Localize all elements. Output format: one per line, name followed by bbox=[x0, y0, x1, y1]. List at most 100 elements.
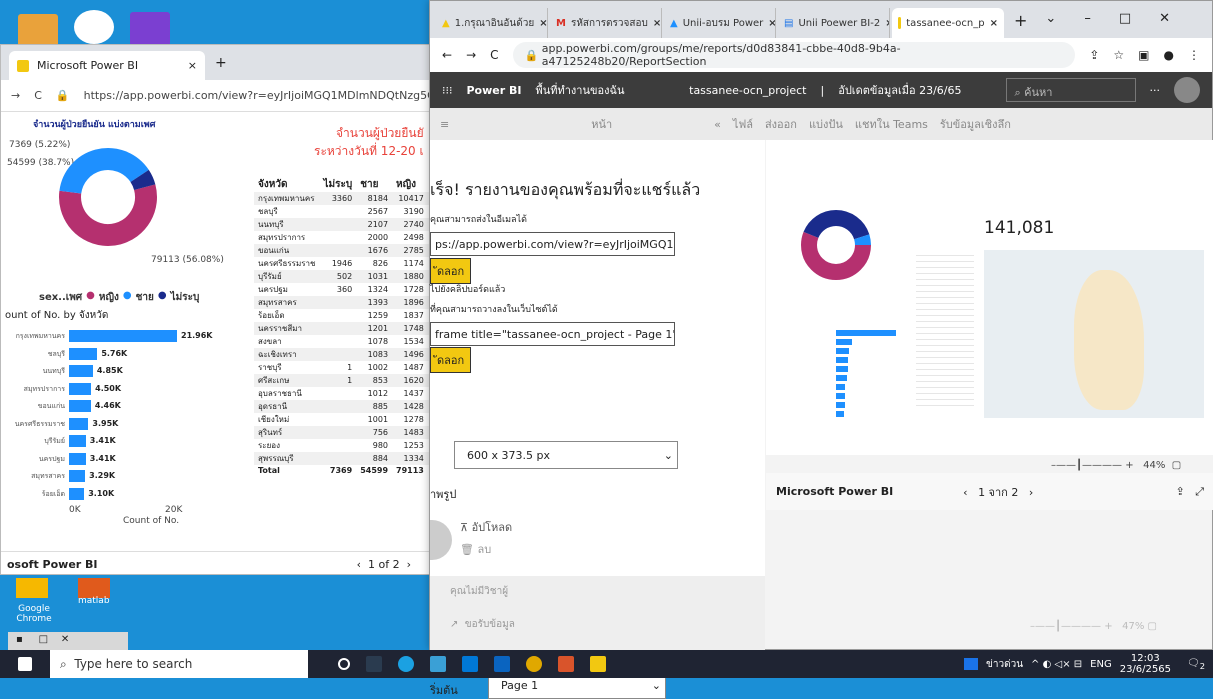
taskbar-search[interactable]: ⌕ Type here to search bbox=[50, 650, 308, 678]
zoom-slider[interactable]: –——┃———— + 44% ▢ bbox=[1051, 460, 1181, 471]
star-icon[interactable]: ☆ bbox=[1113, 48, 1124, 62]
pager[interactable]: ‹ 1 of 2 › bbox=[357, 558, 411, 571]
bar[interactable] bbox=[69, 487, 85, 500]
ribbon-export[interactable]: ส่งออก bbox=[765, 115, 797, 133]
close-icon[interactable]: × bbox=[188, 59, 197, 72]
share-icon[interactable]: ⇪ ⤢ bbox=[1175, 485, 1204, 499]
bar-row[interactable]: นครปฐม 3.41K bbox=[1, 452, 231, 465]
collapse-icon[interactable]: « bbox=[714, 118, 721, 131]
bar-row[interactable]: ขอนแก่น 4.46K bbox=[1, 400, 231, 412]
back-browser-window[interactable]: Microsoft Power BI × + → C 🔒 https://app.p… bbox=[0, 44, 464, 575]
bar[interactable] bbox=[69, 365, 93, 377]
back-icon[interactable]: ← bbox=[442, 48, 452, 62]
axis-label: Count of No. bbox=[123, 516, 180, 526]
menu-icon[interactable]: ⋮ bbox=[1188, 48, 1200, 62]
more-icon[interactable]: ··· bbox=[1150, 84, 1161, 97]
language-indicator[interactable]: ENG bbox=[1090, 659, 1112, 670]
ribbon-file[interactable]: ไฟล์ bbox=[733, 115, 753, 133]
bar-row[interactable]: สมุทรสาคร 3.29K bbox=[1, 470, 231, 482]
table-header[interactable]: หญิง bbox=[392, 176, 428, 192]
bar-row[interactable]: สมุทรปราการ 4.50K bbox=[1, 382, 231, 395]
powerbi-taskbar-icon[interactable] bbox=[590, 656, 606, 672]
mail-icon[interactable] bbox=[494, 656, 510, 672]
explorer-icon[interactable] bbox=[430, 656, 446, 672]
back-tab[interactable]: Microsoft Power BI × bbox=[9, 51, 205, 80]
ribbon-insights[interactable]: รับข้อมูลเชิงลึก bbox=[940, 115, 1011, 133]
table-header[interactable]: จังหวัด bbox=[254, 176, 319, 192]
back-icon[interactable]: → bbox=[11, 89, 20, 102]
browser-tab[interactable]: ▤Unii Poewer BI-2× bbox=[778, 8, 890, 38]
browser-tab[interactable]: ▲ 1.กรุณาอินอันด้วย × bbox=[436, 8, 548, 38]
bar[interactable] bbox=[69, 470, 86, 482]
bar[interactable] bbox=[69, 417, 89, 430]
browser-tab[interactable]: ▲ Unii-อบรม Power × bbox=[664, 8, 776, 38]
clock[interactable]: 12:03 23/6/2565 bbox=[1120, 653, 1171, 675]
bar[interactable] bbox=[69, 330, 177, 342]
bar-row[interactable]: ชลบุรี 5.76K bbox=[1, 347, 231, 360]
reload-icon[interactable]: C bbox=[490, 48, 498, 62]
desktop-user-icon[interactable] bbox=[18, 14, 58, 48]
reload-icon[interactable]: C bbox=[34, 89, 42, 102]
avatar[interactable] bbox=[1174, 77, 1200, 103]
profile-icon[interactable]: ● bbox=[1164, 48, 1174, 62]
bar[interactable] bbox=[69, 382, 92, 395]
copy-embed-button[interactable]: ัดลอก bbox=[430, 347, 472, 373]
cortana-icon[interactable] bbox=[338, 658, 350, 670]
browser-tab[interactable]: M รหัสการตรวจสอบ × bbox=[550, 8, 662, 38]
minimized-window[interactable]: ▪ □ ✕ bbox=[8, 632, 128, 650]
taskview-icon[interactable] bbox=[366, 656, 382, 672]
notification-icon[interactable]: 🗨2 bbox=[1187, 658, 1205, 671]
bar[interactable] bbox=[69, 435, 86, 447]
preview-pager[interactable]: ‹ 1 จาก 2 › bbox=[963, 483, 1033, 501]
browser-tab-active[interactable]: tassanee-ocn_p × bbox=[892, 8, 1004, 38]
bar-row[interactable]: นนทบุรี 4.85K bbox=[1, 365, 231, 377]
embed-code-field[interactable]: frame title="tassanee-ocn_project - Page… bbox=[430, 322, 675, 346]
front-browser-window[interactable]: ▲ 1.กรุณาอินอันด้วย × M รหัสการตรวจสอบ × ▲ Un… bbox=[429, 0, 1213, 699]
copy-link-button[interactable]: ัดลอก bbox=[430, 258, 472, 284]
bottom-zoom[interactable]: –——┃———— + 47% ▢ bbox=[1030, 621, 1157, 632]
edge-icon[interactable] bbox=[398, 656, 414, 672]
hamburger-icon[interactable]: ≡ bbox=[440, 118, 449, 131]
updated-text[interactable]: อัปเดตข้อมูลเมื่อ 23/6/65 bbox=[838, 81, 961, 99]
forward-icon[interactable]: → bbox=[466, 48, 476, 62]
chrome-icon[interactable] bbox=[526, 656, 542, 672]
link-field[interactable]: ps://app.powerbi.com/view?r=eyJrIjoiMGQ1… bbox=[430, 232, 675, 256]
tray-icons[interactable]: ^ ◐ ◁× ⊟ bbox=[1031, 659, 1082, 670]
desktop-vs-icon[interactable] bbox=[130, 12, 170, 46]
desktop-panda-icon[interactable] bbox=[74, 10, 114, 44]
ribbon-share[interactable]: แบ่งปัน bbox=[809, 115, 843, 133]
table-header[interactable]: ชาย bbox=[356, 176, 392, 192]
bar-row[interactable]: นครศรีธรรมราช 3.95K bbox=[1, 417, 231, 430]
ribbon-teams[interactable]: แชทใน Teams bbox=[855, 115, 928, 133]
delete-button[interactable]: 🗑 ลบ bbox=[460, 540, 491, 558]
bar-chart[interactable]: กรุงเทพมหานคร 21.96K ชลบุรี 5.76K นนทบุรี 4.8… bbox=[1, 326, 231, 516]
upload-button[interactable]: ⊼ อัปโหลด bbox=[460, 518, 512, 536]
bar-row[interactable]: ร้อยเอ็ด 3.10K bbox=[1, 487, 231, 500]
news-icon[interactable] bbox=[964, 658, 979, 670]
url-text[interactable]: https://app.powerbi.com/view?r=eyJrIjoiM… bbox=[84, 89, 436, 102]
search-input[interactable]: ⌕ ค้นหา bbox=[1005, 78, 1136, 102]
size-select[interactable]: 600 x 373.5 px ⌄ bbox=[454, 441, 678, 469]
url-field[interactable]: 🔒 app.powerbi.com/groups/me/reports/d0d8… bbox=[512, 42, 1076, 68]
matlab-icon[interactable] bbox=[558, 656, 574, 672]
store-icon[interactable] bbox=[462, 656, 478, 672]
get-data-link[interactable]: ↗ ขอรับข้อมูล bbox=[450, 617, 745, 632]
app-launcher-icon[interactable]: ⁝⁝⁝ bbox=[442, 84, 453, 97]
bar[interactable] bbox=[69, 452, 86, 465]
matlab-desktop-icon[interactable] bbox=[78, 578, 110, 598]
start-icon[interactable] bbox=[18, 657, 32, 671]
sidepanel-icon[interactable]: ▣ bbox=[1138, 48, 1149, 62]
window-controls[interactable]: ⌄–□✕ bbox=[1045, 11, 1198, 26]
donut-chart[interactable] bbox=[53, 142, 163, 252]
bar-row[interactable]: บุรีรัมย์ 3.41K bbox=[1, 435, 231, 447]
table-header[interactable]: ไม่ระบุ bbox=[319, 176, 356, 192]
new-tab-icon[interactable]: + bbox=[215, 55, 227, 71]
bar-row[interactable]: กรุงเทพมหานคร 21.96K bbox=[1, 330, 231, 342]
share-icon[interactable]: ⇪ bbox=[1089, 48, 1099, 62]
bar[interactable] bbox=[69, 347, 98, 360]
powerbi-brand[interactable]: Power BI bbox=[467, 84, 522, 97]
workspace-link[interactable]: พื้นที่ทำงานของฉัน bbox=[535, 81, 624, 99]
chrome-desktop-icon[interactable] bbox=[16, 578, 48, 598]
bar[interactable] bbox=[69, 400, 91, 412]
new-tab-icon[interactable]: + bbox=[1014, 11, 1027, 30]
